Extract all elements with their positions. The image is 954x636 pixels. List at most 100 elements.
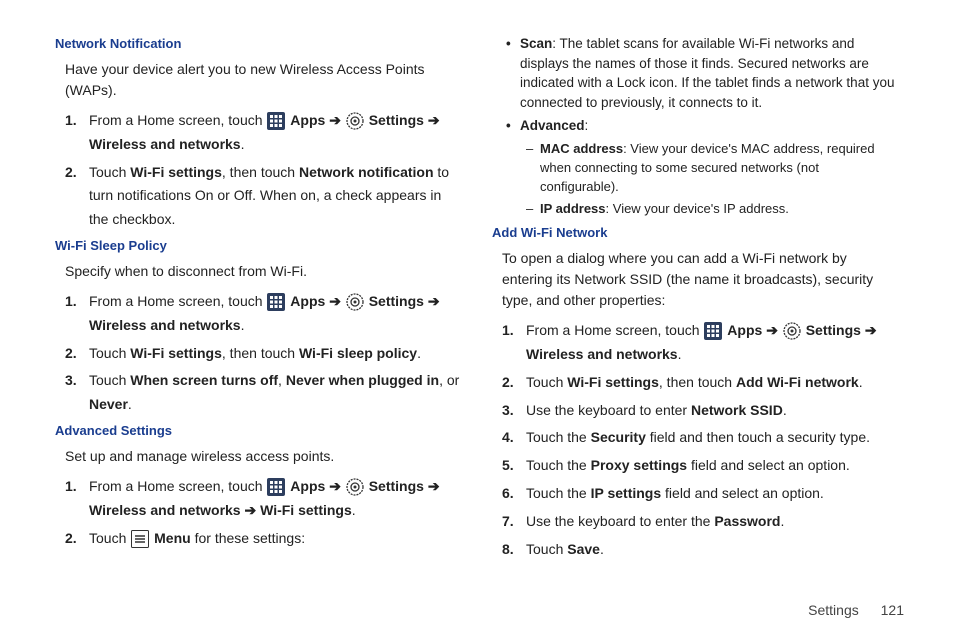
steps-network-notification: From a Home screen, touch Apps ➔ Setting…: [55, 109, 462, 232]
bold: Never: [89, 396, 128, 412]
text: , then touch: [222, 164, 299, 180]
settings-label: Settings: [806, 322, 861, 338]
settings-label: Settings: [369, 478, 424, 494]
text: field and select an option.: [661, 485, 824, 501]
bold: Advanced: [520, 118, 585, 133]
text: Touch the: [526, 485, 591, 501]
wnl-label: Wireless and networks: [526, 346, 678, 362]
text: for these settings:: [195, 530, 306, 546]
arrow: ➔: [428, 478, 440, 494]
intro-text: To open a dialog where you can add a Wi-…: [502, 248, 899, 311]
steps-wifi-sleep: From a Home screen, touch Apps ➔ Setting…: [55, 290, 462, 417]
bullet-scan: Scan: The tablet scans for available Wi-…: [520, 34, 899, 112]
arrow: ➔: [865, 322, 877, 338]
left-column: Network Notification Have your device al…: [40, 30, 477, 616]
bold: Password: [714, 513, 780, 529]
bold: Wi-Fi sleep policy: [299, 345, 417, 361]
text: , then touch: [222, 345, 299, 361]
bold: Never when plugged in: [286, 372, 439, 388]
bold: Wi-Fi settings: [130, 345, 222, 361]
bold: Wi-Fi settings: [130, 164, 222, 180]
text: .: [600, 541, 604, 557]
text: .: [859, 374, 863, 390]
text: .: [128, 396, 132, 412]
text: From a Home screen, touch: [89, 112, 266, 128]
dash-mac: MAC address: View your device's MAC addr…: [540, 140, 899, 197]
settings-icon: [346, 478, 364, 496]
step-item: From a Home screen, touch Apps ➔ Setting…: [89, 290, 462, 338]
bold: Scan: [520, 36, 552, 51]
text: From a Home screen, touch: [89, 478, 266, 494]
advanced-sublist: MAC address: View your device's MAC addr…: [520, 140, 899, 219]
bold: Network SSID: [691, 402, 783, 418]
arrow: ➔: [329, 112, 345, 128]
arrow: ➔: [766, 322, 782, 338]
text: ,: [278, 372, 286, 388]
bold: Wi-Fi settings: [567, 374, 659, 390]
bold: When screen turns off: [130, 372, 278, 388]
step-item: Touch the Security field and then touch …: [526, 426, 899, 450]
period: .: [352, 502, 356, 518]
step-item: Touch Wi-Fi settings, then touch Add Wi-…: [526, 371, 899, 395]
manual-page: Network Notification Have your device al…: [0, 0, 954, 636]
bold: Security: [591, 429, 646, 445]
apps-icon: [267, 478, 285, 496]
arrow: ➔: [329, 478, 345, 494]
apps-icon: [267, 293, 285, 311]
text: .: [417, 345, 421, 361]
text: , or: [439, 372, 459, 388]
apps-label: Apps: [727, 322, 762, 338]
text: .: [783, 402, 787, 418]
bold: Add Wi-Fi network: [736, 374, 859, 390]
right-column: Scan: The tablet scans for available Wi-…: [477, 30, 914, 616]
apps-icon: [704, 322, 722, 340]
step-item: Use the keyboard to enter Network SSID.: [526, 399, 899, 423]
text: Touch: [526, 541, 567, 557]
text: From a Home screen, touch: [89, 293, 266, 309]
step-item: Touch Wi-Fi settings, then touch Network…: [89, 161, 462, 232]
menu-label: Menu: [154, 530, 191, 546]
step-item: Touch the IP settings field and select a…: [526, 482, 899, 506]
text: : The tablet scans for available Wi-Fi n…: [520, 36, 894, 110]
steps-advanced: From a Home screen, touch Apps ➔ Setting…: [55, 475, 462, 550]
text: Touch the: [526, 457, 591, 473]
period: .: [241, 317, 245, 333]
menu-icon: [131, 530, 149, 548]
wnl-label: Wireless and networks: [89, 502, 241, 518]
apps-label: Apps: [290, 478, 325, 494]
wnl-label: Wireless and networks: [89, 136, 241, 152]
settings-icon: [346, 293, 364, 311]
settings-icon: [783, 322, 801, 340]
period: .: [241, 136, 245, 152]
step-item: Touch When screen turns off, Never when …: [89, 369, 462, 417]
text: Touch the: [526, 429, 591, 445]
step-item: From a Home screen, touch Apps ➔ Setting…: [89, 109, 462, 157]
steps-add-wifi: From a Home screen, touch Apps ➔ Setting…: [492, 319, 899, 561]
arrow: ➔: [428, 112, 440, 128]
text: .: [780, 513, 784, 529]
text: , then touch: [659, 374, 736, 390]
text: :: [585, 118, 589, 133]
bold: Network notification: [299, 164, 434, 180]
apps-label: Apps: [290, 293, 325, 309]
intro-text: Have your device alert you to new Wirele…: [65, 59, 462, 101]
text: Touch: [89, 164, 130, 180]
step-item: Touch Save.: [526, 538, 899, 562]
page-footer: Settings 121: [808, 602, 904, 618]
text: Use the keyboard to enter: [526, 402, 691, 418]
advanced-bullets: Scan: The tablet scans for available Wi-…: [492, 34, 899, 219]
apps-label: Apps: [290, 112, 325, 128]
text: Touch: [89, 345, 130, 361]
text: Touch: [89, 372, 130, 388]
text: Touch: [526, 374, 567, 390]
heading-add-wifi: Add Wi-Fi Network: [492, 225, 899, 240]
bullet-advanced: Advanced: MAC address: View your device'…: [520, 116, 899, 219]
footer-section: Settings: [808, 602, 859, 618]
text: : View your device's IP address.: [606, 201, 789, 216]
bold: IP address: [540, 201, 606, 216]
arrow: ➔: [428, 293, 440, 309]
intro-text: Set up and manage wireless access points…: [65, 446, 462, 467]
bold: IP settings: [591, 485, 662, 501]
wnl-label: Wireless and networks: [89, 317, 241, 333]
step-item: From a Home screen, touch Apps ➔ Setting…: [526, 319, 899, 367]
